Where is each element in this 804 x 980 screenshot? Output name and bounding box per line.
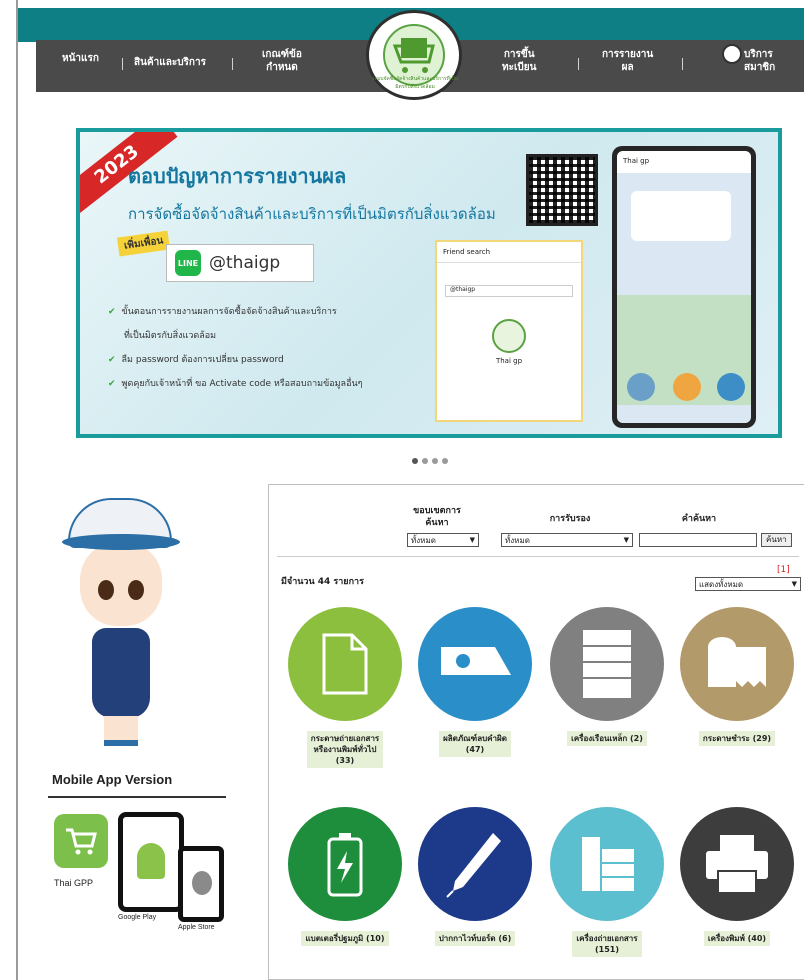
carousel-dot[interactable] bbox=[422, 458, 428, 464]
nav-separator bbox=[232, 58, 233, 70]
battery-icon[interactable] bbox=[288, 807, 402, 921]
printer-icon[interactable] bbox=[680, 807, 794, 921]
category-item[interactable]: เครื่องถ่ายเอกสาร (151) bbox=[549, 807, 665, 957]
check-icon: ✔ bbox=[108, 379, 116, 389]
certification-select[interactable]: ทั้งหมด ▼ bbox=[501, 533, 633, 547]
friend-search-header: Friend search bbox=[437, 242, 581, 263]
nav-registration[interactable]: การขึ้น ทะเบียน bbox=[502, 48, 536, 74]
category-label[interactable]: เครื่องถ่ายเอกสาร (151) bbox=[572, 931, 642, 957]
check-icon: ✔ bbox=[108, 307, 116, 317]
carousel-dot[interactable] bbox=[412, 458, 418, 464]
scope-label: ขอบเขตการ ค้นหา bbox=[413, 506, 461, 528]
search-button[interactable]: ค้นหา bbox=[761, 533, 792, 547]
page-frame: หน้าแรก สินค้าและบริการ เกณฑ์ข้อ กำหนด ก… bbox=[16, 0, 804, 980]
friend-search-field: @thaigp bbox=[445, 285, 573, 297]
chevron-down-icon: ▼ bbox=[623, 536, 629, 544]
result-count: มีจำนวน 44 รายการ bbox=[281, 577, 364, 587]
apple-store-label: Apple Store bbox=[178, 924, 215, 931]
steel-cabinet-icon[interactable] bbox=[550, 607, 664, 721]
bullet-item: ✔ ขั้นตอนการรายงานผลการจัดซื้อจัดจ้างสินค… bbox=[108, 307, 337, 317]
menu-icon bbox=[627, 373, 655, 401]
menu-icon bbox=[717, 373, 745, 401]
chat-title: Thai gp bbox=[617, 151, 751, 173]
chat-bubble bbox=[631, 191, 731, 241]
mascot-illustration bbox=[62, 498, 180, 748]
user-icon[interactable] bbox=[722, 44, 742, 64]
nav-reporting[interactable]: การรายงาน ผล bbox=[602, 48, 653, 74]
category-item[interactable]: กระดาษชำระ (29) bbox=[679, 607, 795, 746]
mobile-app-heading: Mobile App Version bbox=[52, 772, 173, 787]
chevron-down-icon: ▼ bbox=[791, 580, 797, 588]
friend-search-screenshot: Friend search @thaigp Thai gp bbox=[435, 240, 583, 422]
category-item[interactable]: แบตเตอรี่ปฐมภูมิ (10) bbox=[287, 807, 403, 946]
nav-products-services[interactable]: สินค้าและบริการ bbox=[134, 56, 206, 69]
banner-subtitle: การจัดซื้อจัดจ้างสินค้าและบริการที่เป็นม… bbox=[128, 205, 496, 223]
nav-separator bbox=[682, 58, 683, 70]
logo-caption: ระบบจัดซื้อจัดจ้างสินค้าและบริการที่เป็น… bbox=[371, 76, 459, 90]
product-search-panel: ขอบเขตการ ค้นหา ทั้งหมด ▼ การรับรอง ทั้งห… bbox=[268, 484, 804, 980]
copier-icon[interactable] bbox=[550, 807, 664, 921]
category-label[interactable]: กระดาษชำระ (29) bbox=[698, 731, 776, 746]
category-label[interactable]: แบตเตอรี่ปฐมภูมิ (10) bbox=[301, 931, 389, 946]
menu-icon bbox=[673, 373, 701, 401]
category-item[interactable]: ปากกาไวท์บอร์ด (6) bbox=[417, 807, 533, 946]
nav-separator bbox=[122, 58, 123, 70]
carousel-dot[interactable] bbox=[432, 458, 438, 464]
account-avatar bbox=[492, 319, 526, 353]
scope-select[interactable]: ทั้งหมด ▼ bbox=[407, 533, 479, 547]
category-item[interactable]: เครื่องพิมพ์ (40) bbox=[679, 807, 795, 946]
android-icon bbox=[137, 843, 165, 879]
category-label[interactable]: เครื่องเรือนเหล็ก (2) bbox=[567, 731, 647, 746]
apple-icon bbox=[192, 871, 212, 895]
category-item[interactable]: ผลิตภัณฑ์ลบคำผิด (47) bbox=[417, 607, 533, 757]
bullet-item: ✔ พูดคุยกับเจ้าหน้าที่ ขอ Activate code ห… bbox=[108, 379, 363, 389]
chat-screenshot: Thai gp bbox=[612, 146, 756, 428]
carousel-dots[interactable] bbox=[412, 458, 448, 464]
carousel-dot[interactable] bbox=[442, 458, 448, 464]
pen-icon[interactable] bbox=[418, 807, 532, 921]
promo-banner[interactable]: 2023 ตอบปัญหาการรายงานผล การจัดซื้อจัดจ้… bbox=[76, 128, 782, 438]
line-id: @thaigp bbox=[209, 253, 281, 273]
category-label[interactable]: ผลิตภัณฑ์ลบคำผิด (47) bbox=[439, 731, 511, 757]
thai-gpp-app-icon[interactable] bbox=[54, 814, 108, 868]
thai-gpp-label: Thai GPP bbox=[54, 878, 94, 888]
category-item[interactable]: กระดาษถ่ายเอกสาร หรืองานพิมพ์ทั่วไป (33) bbox=[287, 607, 403, 768]
banner-bullet-list: ✔ ขั้นตอนการรายงานผลการจัดซื้อจัดจ้างสินค… bbox=[108, 300, 362, 396]
google-play-link[interactable] bbox=[118, 812, 184, 912]
account-name: Thai gp bbox=[495, 357, 523, 365]
category-label[interactable]: เครื่องพิมพ์ (40) bbox=[703, 931, 771, 946]
category-label[interactable]: กระดาษถ่ายเอกสาร หรืองานพิมพ์ทั่วไป (33) bbox=[306, 731, 384, 768]
document-icon[interactable] bbox=[288, 607, 402, 721]
bullet-item: ✔ ลืม password ต้องการเปลี่ยน password bbox=[108, 355, 284, 365]
certification-label: การรับรอง bbox=[549, 514, 591, 524]
line-app-icon: LINE bbox=[175, 250, 201, 276]
display-select[interactable]: แสดงทั้งหมด ▼ bbox=[695, 577, 801, 591]
nav-separator bbox=[578, 58, 579, 70]
check-icon: ✔ bbox=[108, 355, 116, 365]
nav-home[interactable]: หน้าแรก bbox=[62, 52, 99, 65]
category-item[interactable]: เครื่องเรือนเหล็ก (2) bbox=[549, 607, 665, 746]
page-link[interactable]: [1] bbox=[777, 565, 790, 575]
filter-divider bbox=[277, 556, 799, 557]
line-id-box: LINE @thaigp bbox=[166, 244, 314, 282]
nav-criteria[interactable]: เกณฑ์ข้อ กำหนด bbox=[262, 48, 302, 74]
banner-title: ตอบปัญหาการรายงานผล bbox=[128, 164, 347, 188]
category-label[interactable]: ปากกาไวท์บอร์ด (6) bbox=[434, 931, 516, 946]
keyword-label: คำค้นหา bbox=[681, 514, 717, 524]
nav-member-services[interactable]: บริการ สมาชิก bbox=[744, 48, 775, 74]
heading-rule bbox=[48, 796, 226, 798]
chevron-down-icon: ▼ bbox=[469, 536, 475, 544]
qr-code bbox=[526, 154, 598, 226]
google-play-label: Google Play bbox=[118, 914, 157, 921]
tissue-roll-icon[interactable] bbox=[680, 607, 794, 721]
site-logo[interactable]: ระบบจัดซื้อจัดจ้างสินค้าและบริการที่เป็น… bbox=[366, 10, 462, 100]
correction-tape-icon[interactable] bbox=[418, 607, 532, 721]
apple-store-link[interactable] bbox=[178, 846, 224, 922]
keyword-input[interactable] bbox=[639, 533, 757, 547]
bullet-item: ที่เป็นมิตรกับสิ่งแวดล้อม bbox=[124, 331, 217, 341]
add-friend-tag: เพิ่มเพื่อน bbox=[116, 230, 171, 257]
